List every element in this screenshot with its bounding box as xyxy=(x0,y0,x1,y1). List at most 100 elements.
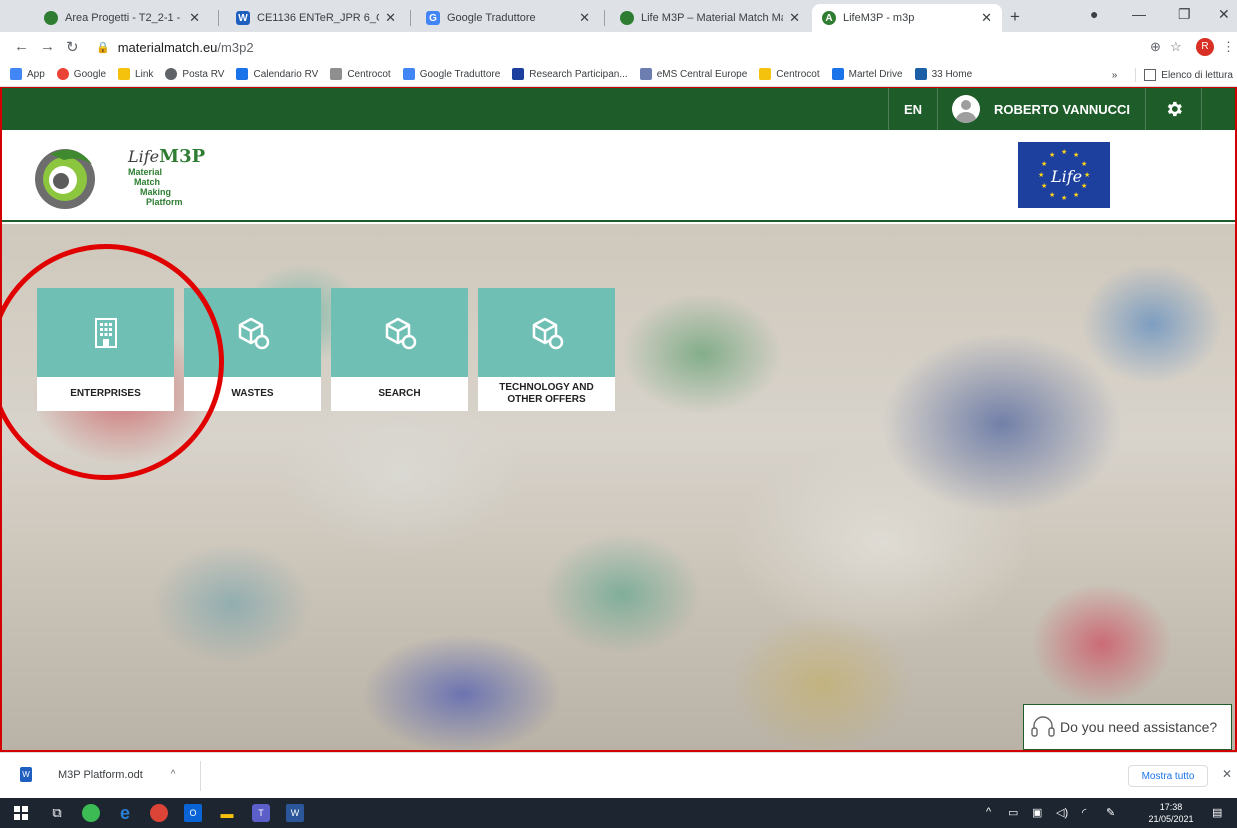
zoom-icon[interactable]: ⊕ xyxy=(1150,39,1161,55)
tile-icon-area xyxy=(37,288,174,377)
show-hidden-icons-chevron[interactable]: ^ xyxy=(986,806,991,818)
app-circle-icon[interactable] xyxy=(82,804,100,822)
life-m3p-logo[interactable]: LifeM3P Material Match Making Platform xyxy=(30,140,220,220)
folder-icon xyxy=(759,68,772,80)
system-clock[interactable]: 17:38 21/05/2021 xyxy=(1148,801,1194,825)
tab-close-icon[interactable]: ✕ xyxy=(579,10,590,26)
bookmark-label: 33 Home xyxy=(931,68,973,80)
bookmark-posta-rv[interactable]: Posta RV xyxy=(165,68,224,80)
eu-stars-icon: ★ ★★★ ★★★★ ★★★★ Life xyxy=(1038,148,1090,202)
centrocot-icon xyxy=(330,68,343,80)
bookmark-link[interactable]: Link xyxy=(118,68,153,80)
bookmark-star-icon[interactable]: ☆ xyxy=(1170,39,1182,55)
tab-search-icon[interactable]: ● xyxy=(1090,6,1098,22)
tile-wastes[interactable]: WASTES xyxy=(184,288,321,411)
site-favicon xyxy=(620,11,634,25)
wifi-icon[interactable]: ◜ xyxy=(1082,806,1086,819)
clock-date: 21/05/2021 xyxy=(1148,814,1194,824)
download-shelf: W M3P Platform.odt ^ Mostra tutto ✕ xyxy=(0,752,1237,798)
display-icon[interactable]: ▣ xyxy=(1032,806,1042,819)
tab-favicon xyxy=(44,11,58,25)
new-tab-plus-icon[interactable]: + xyxy=(1010,7,1020,27)
network-icon[interactable]: ▭ xyxy=(1008,806,1018,819)
url-input[interactable]: 🔒 materialmatch.eu/m3p2 xyxy=(88,35,1143,59)
outlook-icon[interactable]: O xyxy=(184,804,202,822)
m3p-swirl-logo-icon xyxy=(35,149,95,209)
profile-avatar[interactable]: R xyxy=(1196,38,1214,56)
bookmark-ems-central-europe[interactable]: eMS Central Europe xyxy=(639,68,747,80)
language-selector[interactable]: EN xyxy=(888,88,938,130)
logo-line: Match xyxy=(134,177,161,187)
file-explorer-icon[interactable]: ▬ xyxy=(218,804,236,822)
bookmark-centrocot-folder[interactable]: Centrocot xyxy=(759,68,820,80)
bookmark-label: Link xyxy=(135,68,154,80)
close-window-icon[interactable]: ✕ xyxy=(1218,6,1230,23)
teams-icon[interactable]: T xyxy=(252,804,270,822)
menu-kebab-icon[interactable]: ⋮ xyxy=(1222,39,1235,55)
bookmarks-right: » Elenco di lettura xyxy=(1112,68,1233,82)
tile-enterprises[interactable]: ENTERPRISES xyxy=(37,288,174,411)
windows-start-icon[interactable] xyxy=(12,804,30,822)
restore-icon[interactable]: ❐ xyxy=(1178,6,1191,23)
google-icon xyxy=(56,68,69,80)
browser-tab-lifem3p-active[interactable]: A LifeM3P - m3p ✕ xyxy=(812,4,1002,32)
settings-gear-icon[interactable] xyxy=(1146,88,1202,130)
word-doc-icon: W xyxy=(236,11,250,25)
bookmark-app[interactable]: App xyxy=(10,68,45,80)
bookmark-33-home[interactable]: 33 Home xyxy=(914,68,973,80)
bookmark-google-traduttore[interactable]: Google Traduttore xyxy=(402,68,501,80)
logo-line: Platform xyxy=(146,197,183,207)
bookmark-label: Google Traduttore xyxy=(419,68,501,80)
reload-icon[interactable]: ↻ xyxy=(66,38,79,56)
volume-icon[interactable]: ◁) xyxy=(1056,806,1068,819)
bookmarks-bar: App Google Link Posta RV Calendario RV C… xyxy=(0,62,1237,87)
browser-tab-ce1136[interactable]: W CE1136 ENTeR_JPR 6_CR1-Ver2.do ✕ xyxy=(226,4,406,32)
bookmark-research-participant[interactable]: Research Participan... xyxy=(512,68,628,80)
tab-close-icon[interactable]: ✕ xyxy=(981,10,992,26)
eu-life-logo: ★ ★ ★ ★ ★ ★ ★ ★ ★ ★ ★ ★ Life xyxy=(1018,142,1110,208)
home-app-icon xyxy=(914,68,927,80)
bookmark-label: Posta RV xyxy=(182,68,225,80)
chrome-icon[interactable] xyxy=(150,804,168,822)
forward-arrow-icon[interactable]: → xyxy=(40,38,55,55)
tile-technology-and-other-offers[interactable]: TECHNOLOGY AND OTHER OFFERS xyxy=(478,288,615,411)
notifications-icon[interactable]: ▤ xyxy=(1212,806,1222,819)
tab-close-icon[interactable]: ✕ xyxy=(789,10,800,26)
tab-title: Life M3P – Material Match Makin xyxy=(641,12,783,24)
internet-explorer-icon[interactable]: e xyxy=(116,803,134,823)
tab-close-icon[interactable]: ✕ xyxy=(385,10,396,26)
apps-grid-icon xyxy=(10,68,22,80)
bookmark-label: Centrocot xyxy=(776,68,820,80)
chevron-up-icon[interactable]: ^ xyxy=(171,769,176,780)
download-item[interactable]: W M3P Platform.odt ^ xyxy=(20,767,175,782)
drive-icon xyxy=(831,68,844,80)
pen-icon[interactable]: ✎ xyxy=(1106,806,1115,819)
page-viewport: EN ROBERTO VANNUCCI LifeM3P Material Mat… xyxy=(0,87,1237,752)
tab-close-icon[interactable]: ✕ xyxy=(189,10,200,26)
bookmark-centrocot[interactable]: Centrocot xyxy=(330,68,391,80)
user-menu[interactable]: ROBERTO VANNUCCI xyxy=(938,88,1146,130)
minimize-icon[interactable]: — xyxy=(1132,6,1146,22)
bookmark-calendario-rv[interactable]: Calendario RV xyxy=(236,68,318,80)
svg-text:★: ★ xyxy=(1073,151,1079,159)
url-path: /m3p2 xyxy=(217,39,254,55)
browser-tab-area-progetti[interactable]: Area Progetti - T2_2-1 - Tutti i do ✕ xyxy=(34,4,210,32)
word-icon[interactable]: W xyxy=(286,804,304,822)
building-icon xyxy=(94,317,117,348)
browser-tab-life-m3p[interactable]: Life M3P – Material Match Makin ✕ xyxy=(610,4,810,32)
back-arrow-icon[interactable]: ← xyxy=(14,38,29,55)
bookmarks-more-chevron[interactable]: » xyxy=(1112,70,1118,81)
svg-text:★: ★ xyxy=(1061,194,1067,202)
lock-icon: 🔒 xyxy=(96,41,110,54)
tile-search[interactable]: SEARCH xyxy=(331,288,468,411)
bookmark-martel-drive[interactable]: Martel Drive xyxy=(831,68,903,80)
show-all-downloads-button[interactable]: Mostra tutto xyxy=(1128,765,1208,787)
browser-tab-google-traduttore[interactable]: G Google Traduttore ✕ xyxy=(416,4,600,32)
close-download-bar-icon[interactable]: ✕ xyxy=(1222,767,1232,781)
assistance-chat-button[interactable]: Do you need assistance? xyxy=(1023,704,1232,750)
bookmark-google[interactable]: Google xyxy=(56,68,106,80)
reading-list-link[interactable]: Elenco di lettura xyxy=(1161,70,1233,81)
ems-icon xyxy=(639,68,652,80)
bookmark-label: Centrocot xyxy=(347,68,391,80)
task-view-icon[interactable]: ⧉ xyxy=(48,804,66,822)
